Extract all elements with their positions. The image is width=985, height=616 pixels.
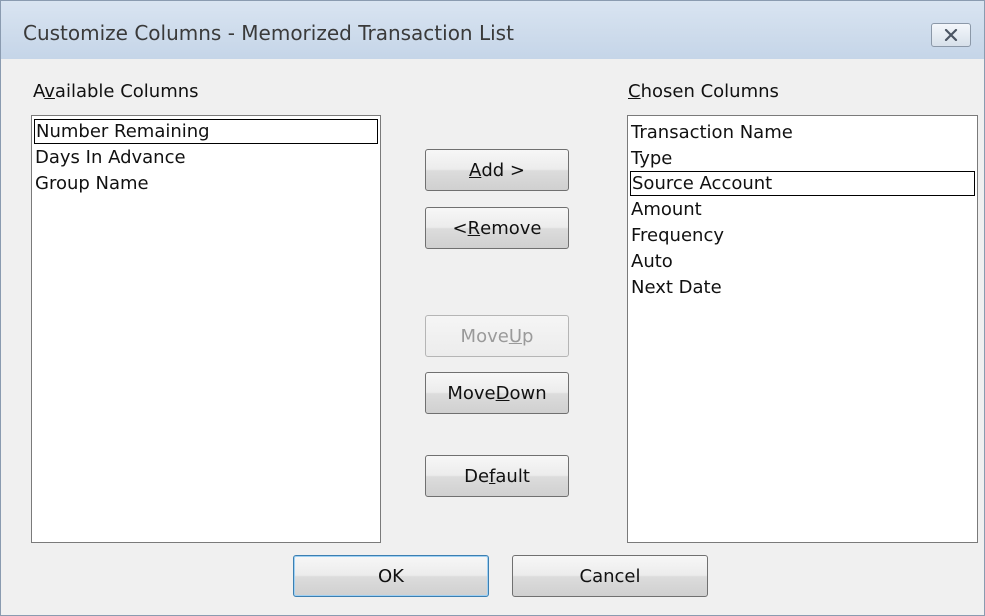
list-item[interactable]: Type [630,146,975,171]
dialog-title: Customize Columns - Memorized Transactio… [23,21,514,45]
title-bar[interactable]: Customize Columns - Memorized Transactio… [1,1,984,59]
chosen-columns-list[interactable]: Transaction Name Type Source Account Amo… [627,115,978,543]
close-icon [944,29,958,41]
list-item[interactable]: Amount [630,197,975,222]
available-columns-label: Available Columns [33,81,199,102]
list-item[interactable]: Auto [630,249,975,274]
list-item[interactable]: Days In Advance [34,145,378,170]
dialog-window: Customize Columns - Memorized Transactio… [0,0,985,616]
cancel-button[interactable]: Cancel [512,555,708,597]
move-down-button[interactable]: Move Down [425,372,569,414]
list-item[interactable]: Group Name [34,171,378,196]
dialog-client: Available Columns Number Remaining Days … [1,59,984,615]
list-item[interactable]: Frequency [630,223,975,248]
available-columns-list[interactable]: Number Remaining Days In Advance Group N… [31,115,381,543]
default-button[interactable]: De f ault [425,455,569,497]
ok-button[interactable]: OK [293,555,489,597]
add-button[interactable]: Add > [425,149,569,191]
list-item[interactable]: Next Date [630,275,975,300]
close-button[interactable] [931,23,971,47]
chosen-columns-label: Chosen Columns [628,81,779,102]
list-item[interactable]: Transaction Name [630,120,975,145]
remove-button[interactable]: < Remove [425,207,569,249]
list-item[interactable]: Source Account [630,171,975,196]
list-item[interactable]: Number Remaining [34,119,378,144]
move-up-button[interactable]: Move Up [425,315,569,357]
